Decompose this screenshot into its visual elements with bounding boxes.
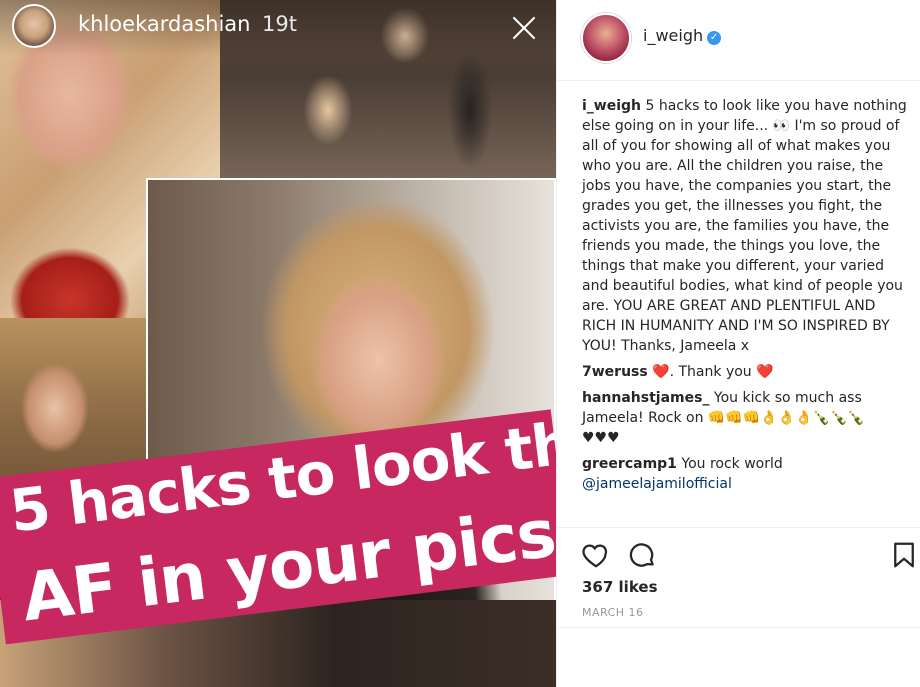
mention-link[interactable]: @jameelajamilofficial [582, 476, 732, 492]
post-username[interactable]: i_weigh ✓ [643, 26, 722, 45]
comment-text: You rock world [681, 456, 783, 472]
post-date: MARCH 16 [582, 606, 644, 619]
champagne-emoji-icon: 🍾🍾🍾 [812, 410, 865, 426]
fist-emoji-icon: 👊👊👊 [707, 410, 761, 426]
heart-emoji-icon: ❤️ [756, 364, 774, 380]
heart-emoji-icon: ❤️ [652, 364, 670, 380]
post-avatar[interactable] [581, 13, 631, 63]
verified-badge-icon: ✓ [707, 31, 722, 45]
post-header: i_weigh ✓ [557, 0, 920, 81]
comment-list: i_weigh 5 hacks to look like you have no… [582, 96, 912, 500]
post-actions: 367 likes MARCH 16 [557, 527, 920, 628]
comment-item: 7weruss ❤️. Thank you ❤️ [582, 362, 912, 382]
story-viewer: 5 hacks to look thin AF in your pics! kh… [0, 0, 556, 687]
divider [557, 627, 920, 628]
post-panel: i_weigh ✓ i_weigh 5 hacks to look like yo… [556, 0, 920, 687]
heart-icon[interactable] [581, 540, 611, 570]
caption: i_weigh 5 hacks to look like you have no… [582, 96, 912, 356]
comment-username[interactable]: 7weruss [582, 364, 648, 380]
caption-username[interactable]: i_weigh [582, 98, 641, 114]
close-icon[interactable] [510, 14, 538, 42]
comment-item: greercamp1 You rock world @jameelajamilo… [582, 454, 912, 494]
ok-hand-emoji-icon: 👌👌👌 [760, 410, 813, 426]
comment-icon[interactable] [627, 540, 657, 570]
comment-item: hannahstjames_ You kick so much ass Jame… [582, 388, 912, 448]
story-timestamp: 19t [262, 12, 297, 36]
comment-username[interactable]: hannahstjames_ [582, 390, 709, 406]
caption-text: 5 hacks to look like you have nothing el… [582, 98, 907, 354]
comment-text: . Thank you [669, 364, 752, 380]
bookmark-icon[interactable] [889, 540, 919, 570]
comment-username[interactable]: greercamp1 [582, 456, 677, 472]
story-username[interactable]: khloekardashian [78, 12, 250, 36]
story-avatar[interactable] [12, 4, 56, 48]
post-username-text[interactable]: i_weigh [643, 26, 703, 45]
heart-emoji-icon: ♥♥♥ [582, 430, 620, 446]
like-count[interactable]: 367 likes [582, 578, 658, 596]
